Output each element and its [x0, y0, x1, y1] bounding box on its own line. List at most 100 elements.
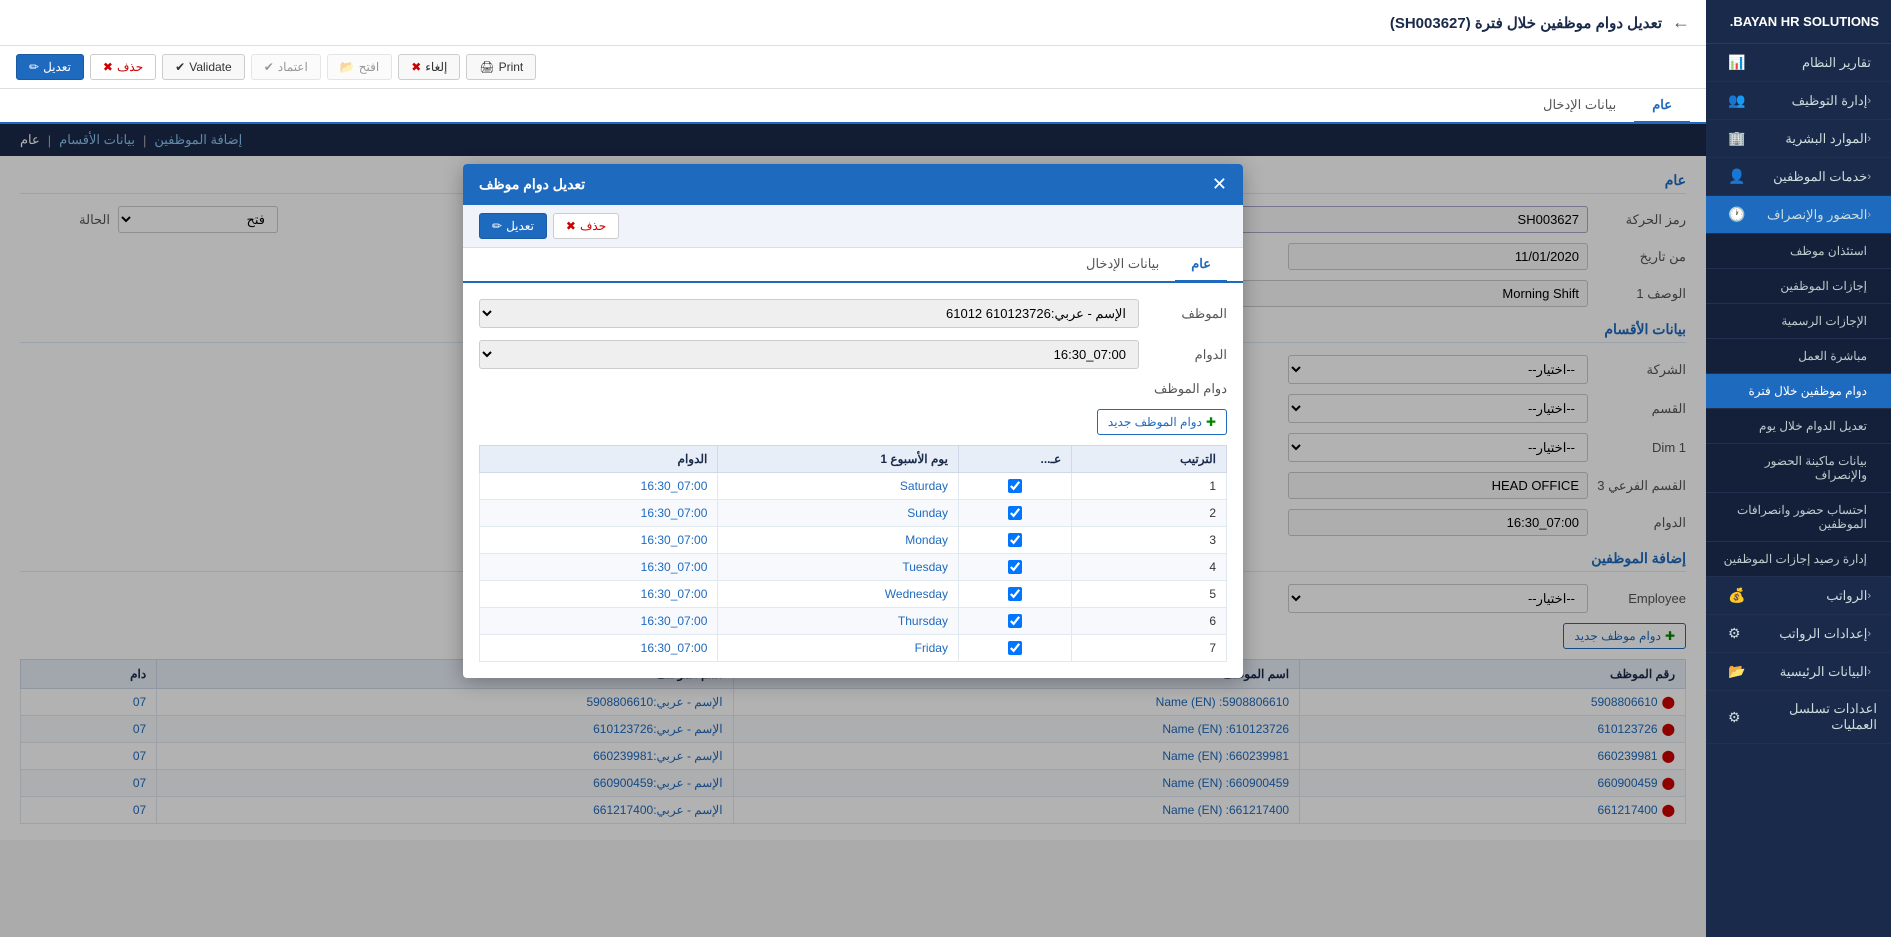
cancel-icon: ✖ — [411, 60, 421, 74]
modal-close-button[interactable]: ✕ — [1212, 174, 1227, 195]
sidebar-item-salaries[interactable]: ‹ الرواتب 💰 — [1706, 577, 1891, 615]
cell-day: Monday — [718, 527, 959, 554]
shift-checkbox[interactable] — [1008, 641, 1022, 655]
modal-employee-label: الموظف — [1147, 306, 1227, 322]
cell-seq: 6 — [1072, 608, 1227, 635]
modal-employee-select[interactable]: الإسم - عربي:610123726 61012 — [479, 299, 1139, 328]
sidebar-item-workflow-settings[interactable]: اعدادات تسلسل العمليات ⚙ — [1706, 691, 1891, 744]
cell-seq: 7 — [1072, 635, 1227, 662]
chevron-icon: ‹ — [1867, 171, 1871, 183]
chevron-icon: ‹ — [1867, 133, 1871, 145]
modal-delete-button[interactable]: ✖ حذف — [553, 213, 619, 239]
chevron-icon: ‹ — [1867, 590, 1871, 602]
modal-table-row[interactable]: 5 Wednesday 07:00_16:30 — [480, 581, 1227, 608]
open-button[interactable]: 📂 افتح — [327, 54, 392, 80]
tab-general[interactable]: عام — [1634, 89, 1690, 124]
sidebar-sub-label: بيانات ماكينة الحضور والإنصراف — [1720, 454, 1867, 482]
sidebar-item-label: الموارد البشرية — [1745, 131, 1867, 147]
modal-col-shift: الدوام — [480, 446, 718, 473]
sidebar-item-label: تقارير النظام — [1745, 55, 1871, 71]
modal-table-row[interactable]: 2 Sunday 07:00_16:30 — [480, 500, 1227, 527]
sidebar-item-recruitment[interactable]: ‹ إدارة التوظيف 👥 — [1706, 82, 1891, 120]
cancel-button[interactable]: ✖ إلغاء — [398, 54, 460, 80]
shift-checkbox[interactable] — [1008, 533, 1022, 547]
edit-icon: ✏ — [29, 60, 39, 74]
sidebar-sub-label: مباشرة العمل — [1720, 349, 1867, 363]
employee-shift-modal: ✕ تعديل دوام موظف ✏ تعديل ✖ حذف عام بيان… — [463, 164, 1243, 678]
workflow-icon: ⚙ — [1728, 709, 1741, 726]
delete-icon: ✖ — [566, 219, 576, 233]
modal-table-row[interactable]: 6 Thursday 07:00_16:30 — [480, 608, 1227, 635]
sidebar-sub-label: إجازات الموظفين — [1720, 279, 1867, 293]
edit-button[interactable]: ✏ تعديل — [16, 54, 84, 80]
sidebar-item-leave-balance[interactable]: إدارة رصيد إجازات الموظفين — [1706, 542, 1891, 577]
modal-employee-row: الموظف الإسم - عربي:610123726 61012 — [479, 299, 1227, 328]
shift-checkbox[interactable] — [1008, 614, 1022, 628]
sidebar-item-daily-attendance[interactable]: تعديل الدوام خلال يوم — [1706, 409, 1891, 444]
tabs-bar: عام بيانات الإدخال — [0, 89, 1706, 124]
content-area: إضافة الموظفين | بيانات الأقسام | عام عا… — [0, 124, 1706, 937]
sidebar-item-official-leaves[interactable]: الإجازات الرسمية — [1706, 304, 1891, 339]
sidebar-sub-label: استئذان موظف — [1720, 244, 1867, 258]
sidebar-item-employee-services[interactable]: ‹ خدمات الموظفين 👤 — [1706, 158, 1891, 196]
approve-icon: ✔ — [264, 60, 274, 74]
print-button[interactable]: 🖨 Print — [466, 54, 536, 80]
sidebar-item-attendance[interactable]: ‹ الحضور والإنصراف 🕐 — [1706, 196, 1891, 234]
edit-icon: ✏ — [492, 219, 502, 233]
print-icon: 🖨 — [479, 60, 494, 74]
cell-day: Wednesday — [718, 581, 959, 608]
modal-overlay: ✕ تعديل دوام موظف ✏ تعديل ✖ حذف عام بيان… — [0, 124, 1706, 937]
modal-title: تعديل دوام موظف — [479, 176, 585, 193]
modal-tab-input[interactable]: بيانات الإدخال — [1070, 248, 1175, 283]
modal-table-row[interactable]: 7 Friday 07:00_16:30 — [480, 635, 1227, 662]
validate-button[interactable]: ✔ Validate — [162, 54, 245, 80]
sidebar-sub-label: دوام موظفين خلال فترة — [1720, 384, 1867, 398]
modal-shift-select[interactable]: 07:00_16:30 — [479, 340, 1139, 369]
cell-check — [958, 635, 1071, 662]
sidebar-item-employee-leaves[interactable]: إجازات الموظفين — [1706, 269, 1891, 304]
sidebar-sub-label: تعديل الدوام خلال يوم — [1720, 419, 1867, 433]
toolbar: ✏ تعديل ✖ حذف ✔ Validate ✔ اعتماد 📂 افتح… — [0, 46, 1706, 89]
approve-button[interactable]: ✔ اعتماد — [251, 54, 321, 80]
sidebar-item-period-attendance[interactable]: دوام موظفين خلال فترة — [1706, 374, 1891, 409]
shift-checkbox[interactable] — [1008, 587, 1022, 601]
cell-seq: 3 — [1072, 527, 1227, 554]
cell-day: Saturday — [718, 473, 959, 500]
cell-shift-val: 07:00_16:30 — [480, 635, 718, 662]
cell-day: Friday — [718, 635, 959, 662]
modal-table-row[interactable]: 1 Saturday 07:00_16:30 — [480, 473, 1227, 500]
cell-shift-val: 07:00_16:30 — [480, 608, 718, 635]
sidebar-item-work-tracking[interactable]: مباشرة العمل — [1706, 339, 1891, 374]
sidebar-item-attendance-machine[interactable]: بيانات ماكينة الحضور والإنصراف — [1706, 444, 1891, 493]
hr-icon: 🏢 — [1728, 130, 1745, 147]
cell-shift-val: 07:00_16:30 — [480, 500, 718, 527]
shift-checkbox[interactable] — [1008, 560, 1022, 574]
sidebar-item-reports[interactable]: تقارير النظام 📊 — [1706, 44, 1891, 82]
cell-shift-val: 07:00_16:30 — [480, 473, 718, 500]
modal-toolbar: ✏ تعديل ✖ حذف — [463, 205, 1243, 248]
modal-table-row[interactable]: 4 Tuesday 07:00_16:30 — [480, 554, 1227, 581]
modal-tab-general[interactable]: عام — [1175, 248, 1227, 283]
sidebar-item-hr[interactable]: ‹ الموارد البشرية 🏢 — [1706, 120, 1891, 158]
sidebar-logo: BAYAN HR SOLUTIONS. — [1706, 0, 1891, 44]
cell-seq: 4 — [1072, 554, 1227, 581]
modal-shift-label: الدوام — [1147, 347, 1227, 363]
cell-shift-val: 07:00_16:30 — [480, 554, 718, 581]
delete-button[interactable]: ✖ حذف — [90, 54, 156, 80]
tab-input[interactable]: بيانات الإدخال — [1525, 89, 1634, 124]
validate-icon: ✔ — [175, 60, 185, 74]
modal-table-row[interactable]: 3 Monday 07:00_16:30 — [480, 527, 1227, 554]
modal-edit-button[interactable]: ✏ تعديل — [479, 213, 547, 239]
chevron-down-icon: ‹ — [1867, 209, 1871, 221]
reports-icon: 📊 — [1728, 54, 1745, 71]
modal-new-emp-shift-button[interactable]: ✚ دوام الموظف جديد — [1097, 409, 1227, 435]
modal-shift-row: الدوام 07:00_16:30 — [479, 340, 1227, 369]
back-button[interactable]: ← — [1672, 12, 1690, 33]
sidebar-item-basic-data[interactable]: ‹ البيانات الرئيسية 📂 — [1706, 653, 1891, 691]
sidebar-item-attendance-calc[interactable]: احتساب حضور وانصرافات الموظفين — [1706, 493, 1891, 542]
shift-checkbox[interactable] — [1008, 479, 1022, 493]
sidebar-item-employee-request[interactable]: استئذان موظف — [1706, 234, 1891, 269]
modal-tabs: عام بيانات الإدخال — [463, 248, 1243, 283]
sidebar-item-salary-settings[interactable]: ‹ إعدادات الرواتب ⚙ — [1706, 615, 1891, 653]
shift-checkbox[interactable] — [1008, 506, 1022, 520]
